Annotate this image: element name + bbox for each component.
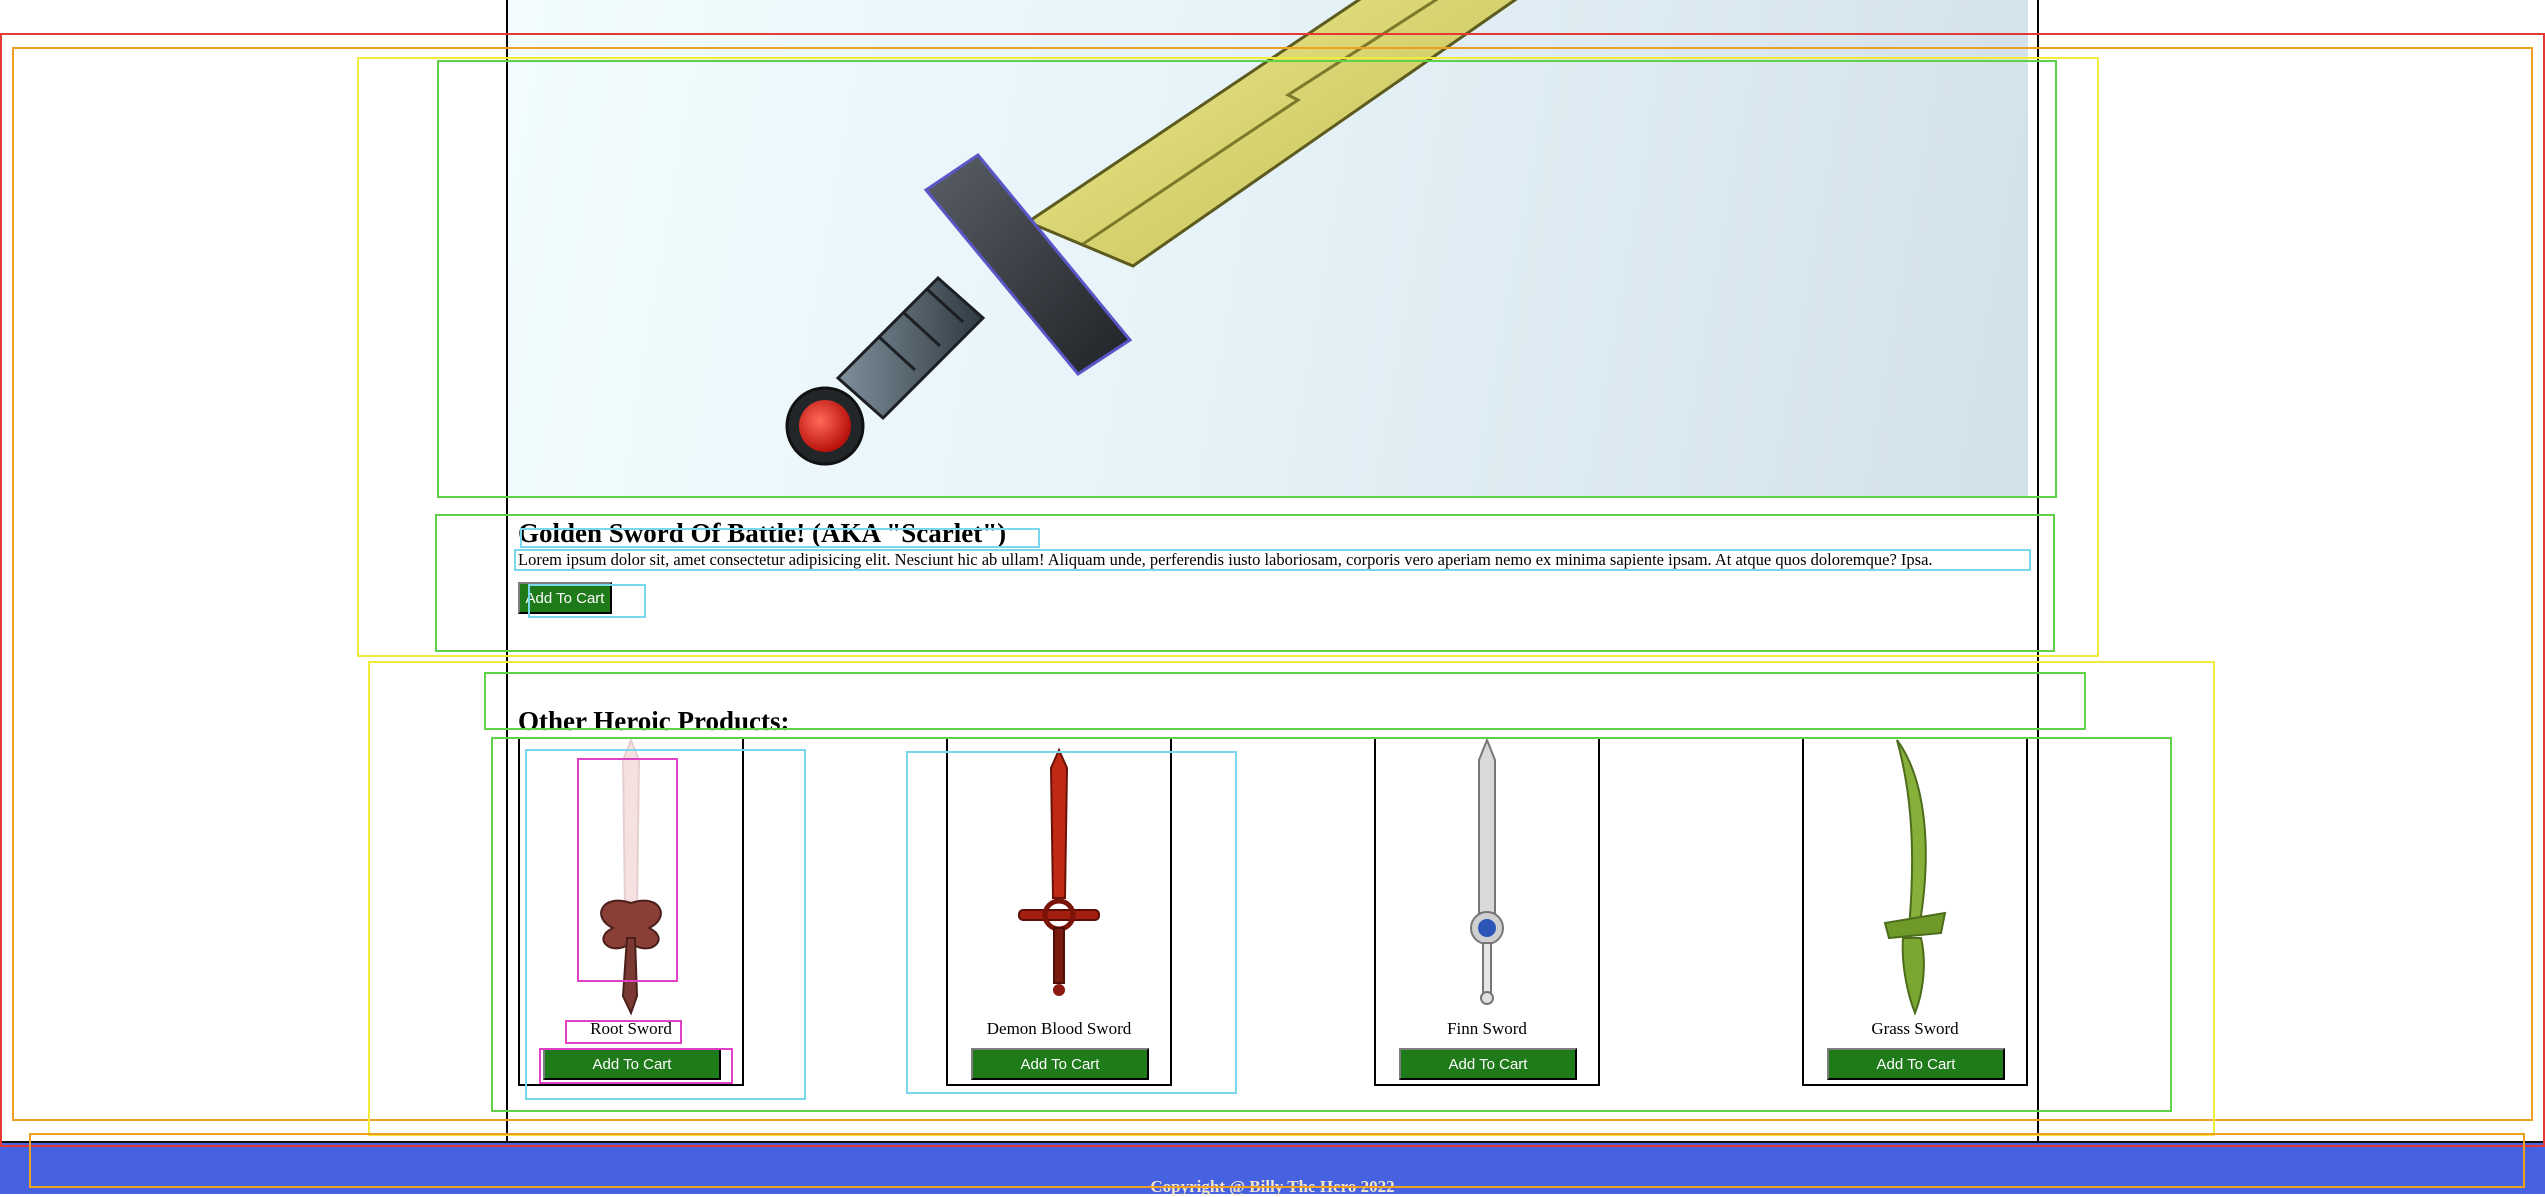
product-card-demon-blood-sword: Demon Blood Sword Add To Cart xyxy=(946,738,1172,1086)
grass-sword-image xyxy=(1804,738,2026,1018)
add-to-cart-button[interactable]: Add To Cart xyxy=(971,1048,1149,1080)
content-border-right xyxy=(2037,0,2039,1141)
root-sword-image xyxy=(520,738,742,1018)
site-footer: Copyright @ Billy The Hero 2022 xyxy=(0,1141,2545,1196)
featured-product-description: Lorem ipsum dolor sit, amet consectetur … xyxy=(518,550,1933,569)
product-card-grass-sword: Grass Sword Add To Cart xyxy=(1802,738,2028,1086)
finn-sword-image xyxy=(1376,738,1598,1018)
other-products-heading: Other Heroic Products: xyxy=(518,706,790,736)
featured-product-title: Golden Sword Of Battle! (AKA "Scarlet") xyxy=(518,518,1007,548)
product-name: Root Sword xyxy=(590,1019,672,1038)
copyright-text: Copyright @ Billy The Hero 2022 xyxy=(1150,1177,1395,1196)
add-to-cart-button[interactable]: Add To Cart xyxy=(543,1048,721,1080)
product-name: Demon Blood Sword xyxy=(986,1019,1132,1038)
demon-blood-sword-image xyxy=(948,738,1170,1018)
add-to-cart-button[interactable]: Add To Cart xyxy=(1827,1048,2005,1080)
product-name: Grass Sword xyxy=(1871,1019,1959,1038)
featured-product-image xyxy=(508,0,2028,498)
featured-add-to-cart-button[interactable]: Add To Cart xyxy=(518,582,612,614)
product-card-root-sword: Root Sword Add To Cart xyxy=(518,738,744,1086)
product-name: Finn Sword xyxy=(1447,1019,1527,1038)
golden-sword-image xyxy=(785,0,1518,466)
product-card-finn-sword: Finn Sword Add To Cart xyxy=(1374,738,1600,1086)
add-to-cart-button[interactable]: Add To Cart xyxy=(1399,1048,1577,1080)
